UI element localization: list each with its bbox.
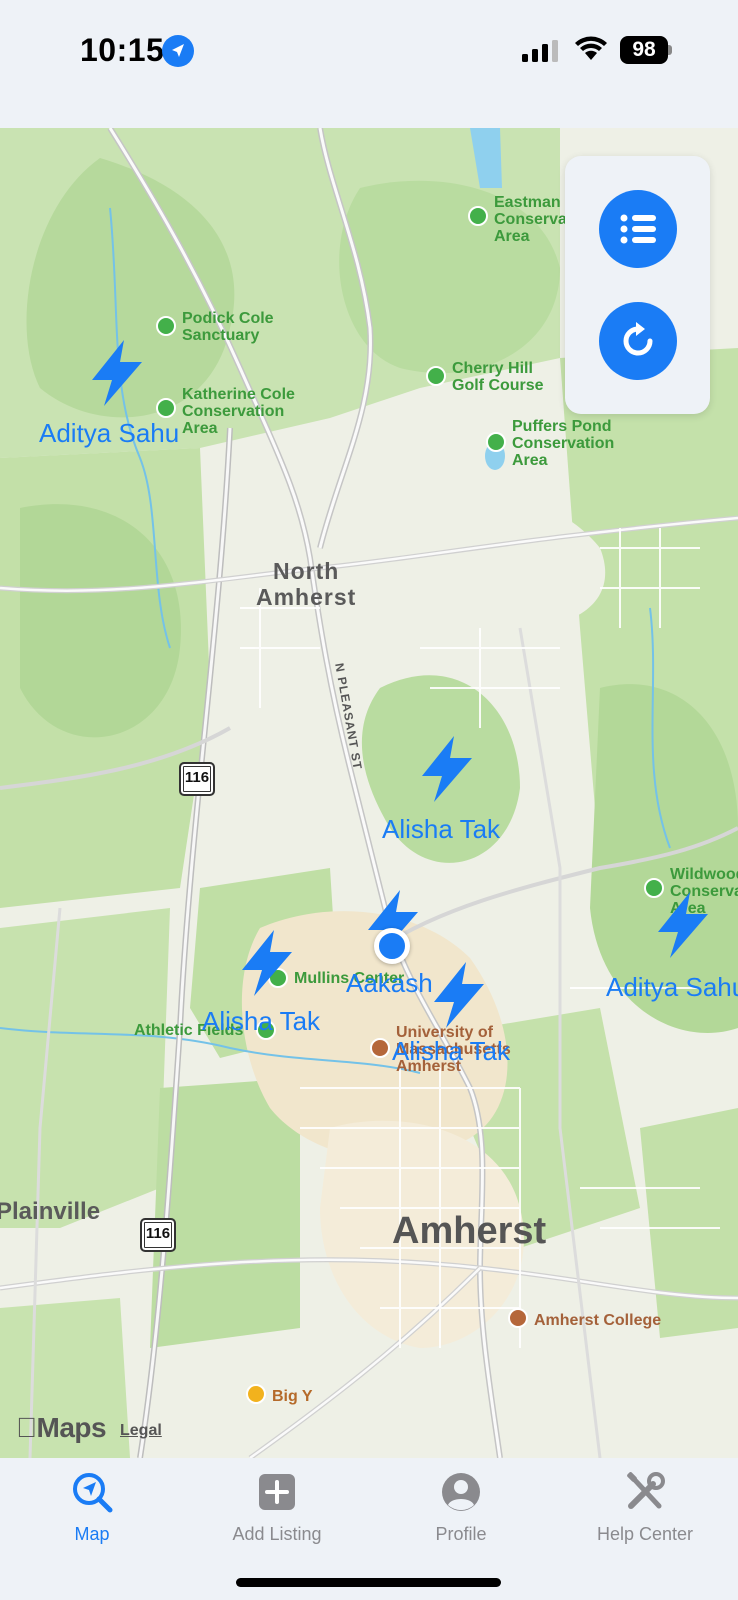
legal-link[interactable]: Legal xyxy=(120,1422,162,1440)
map-view[interactable]: Eastman Conservation Area Podick Cole Sa… xyxy=(0,128,738,1458)
tab-label: Map xyxy=(74,1524,110,1544)
plus-square-icon xyxy=(259,1474,295,1510)
list-view-button[interactable] xyxy=(599,190,677,268)
signal-icon xyxy=(522,40,558,62)
status-time: 10:15 xyxy=(80,32,165,68)
college-icon xyxy=(508,1308,528,1328)
tab-label: Profile xyxy=(435,1524,487,1544)
park-icon xyxy=(486,432,506,452)
location-arrow-icon xyxy=(162,35,194,67)
listing-label[interactable]: Aakash xyxy=(346,968,433,999)
apple-maps-logo: Maps xyxy=(16,1412,107,1443)
apple-logo-icon:  xyxy=(16,1412,37,1443)
tab-label: Add Listing xyxy=(232,1524,322,1544)
listing-label[interactable]: Aditya Sahu xyxy=(606,972,738,1003)
park-icon xyxy=(156,398,176,418)
listing-label[interactable]: Aditya Sahu xyxy=(39,418,179,449)
wifi-icon xyxy=(575,36,607,60)
battery-icon: 98 xyxy=(620,36,672,64)
listing-marker-bolt-icon[interactable] xyxy=(418,734,476,804)
town-amherst: Amherst xyxy=(392,1210,547,1252)
tab-label: Help Center xyxy=(596,1524,694,1544)
university-icon xyxy=(370,1038,390,1058)
park-icon xyxy=(468,206,488,226)
list-icon xyxy=(620,214,656,244)
poi-puffers-pond[interactable]: Puffers Pond Conservation Area xyxy=(512,418,614,469)
refresh-button[interactable] xyxy=(599,302,677,380)
tab-profile[interactable]: Profile xyxy=(386,1470,536,1545)
tab-map[interactable]: Map xyxy=(17,1470,167,1545)
listing-marker-bolt-icon[interactable] xyxy=(88,338,146,408)
route-shield: 116 xyxy=(179,762,215,796)
route-shield: 116 xyxy=(140,1218,176,1252)
poi-amherst-college[interactable]: Amherst College xyxy=(534,1312,661,1329)
poi-podick-cole[interactable]: Podick Cole Sanctuary xyxy=(182,310,274,344)
town-north-amherst: North Amherst xyxy=(256,558,357,610)
poi-cherry-hill[interactable]: Cherry Hill Golf Course xyxy=(452,360,544,394)
tab-add-listing[interactable]: Add Listing xyxy=(202,1470,352,1545)
map-search-icon xyxy=(73,1473,113,1513)
person-circle-icon xyxy=(442,1473,480,1511)
listing-label[interactable]: Alisha Tak xyxy=(392,1036,510,1067)
golf-icon xyxy=(426,366,446,386)
poi-big-y[interactable]: Big Y xyxy=(272,1388,313,1405)
shopping-cart-icon xyxy=(246,1384,266,1404)
listing-marker-bolt-icon[interactable] xyxy=(430,960,488,1030)
map-controls-panel xyxy=(565,156,710,414)
town-plainville: Plainville xyxy=(0,1198,101,1225)
status-bar: 10:15 98 xyxy=(0,0,738,128)
battery-level: 98 xyxy=(620,36,668,64)
current-location-dot xyxy=(374,928,410,964)
park-icon xyxy=(156,316,176,336)
listing-label[interactable]: Alisha Tak xyxy=(202,1006,320,1037)
poi-katherine-cole[interactable]: Katherine Cole Conservation Area xyxy=(182,386,295,437)
home-indicator xyxy=(236,1578,501,1587)
listing-marker-bolt-icon[interactable] xyxy=(238,928,296,998)
listing-label[interactable]: Alisha Tak xyxy=(382,814,500,845)
listing-marker-bolt-icon[interactable] xyxy=(654,890,712,960)
tab-bar: Map Add Listing Profile Help Center xyxy=(0,1458,738,1600)
tools-icon xyxy=(627,1472,665,1509)
refresh-icon xyxy=(623,322,653,356)
tab-help-center[interactable]: Help Center xyxy=(570,1470,720,1545)
